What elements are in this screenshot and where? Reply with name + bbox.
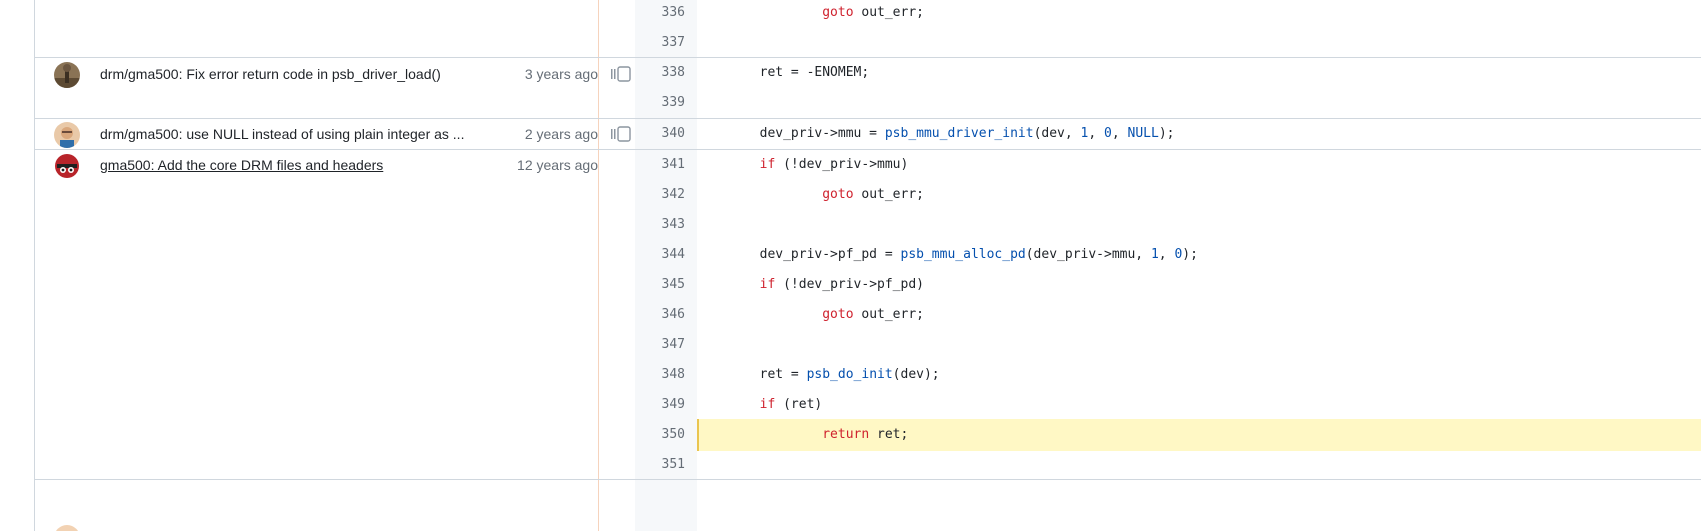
code-keyword: goto [697,187,854,202]
code-line: ret = -ENOMEM; [697,57,1701,89]
code-constant: NULL [1127,126,1159,141]
code-line: if (!dev_priv->pf_pd) [697,269,1701,301]
commit-message-link[interactable]: drm/gma500: Fix error return code in psb… [100,65,500,83]
code-text: (dev, [1033,126,1081,141]
avatar[interactable] [54,62,80,88]
line-number[interactable]: 341 [635,149,685,181]
blame-view: drm/gma500: Fix error return code in psb… [0,0,1701,531]
line-number[interactable]: 346 [635,299,685,331]
line-number[interactable]: 344 [635,239,685,271]
line-number[interactable]: 339 [635,87,685,119]
code-text: , [1111,126,1128,141]
commit-age: 12 years ago [517,157,598,173]
commit-message-link[interactable]: drm/gma500: use NULL instead of using pl… [100,125,472,143]
commit-message-link[interactable]: gma500: Add the core DRM files and heade… [100,156,500,174]
blame-group: drm/gma500: Fix error return code in psb… [35,58,598,118]
code-text: ret = [697,367,807,382]
code-line: ret = psb_do_init(dev); [697,359,1701,391]
code-text: (!dev_priv->pf_pd) [775,277,924,292]
code-line: dev_priv->mmu = psb_mmu_driver_init(dev,… [697,118,1701,150]
code-number: 0 [1104,126,1112,141]
line-number[interactable]: 343 [635,209,685,241]
code-text: out_err; [853,307,924,322]
code-number: 1 [1150,247,1159,262]
avatar[interactable] [54,153,80,179]
code-keyword: if [697,397,776,412]
avatar[interactable] [54,122,80,148]
code-text: out_err; [853,5,924,20]
reblame-icon[interactable] [610,126,632,144]
avatar[interactable] [54,525,80,531]
code-text: ); [1158,126,1175,141]
code-text: , [1158,247,1175,262]
line-number[interactable]: 348 [635,359,685,391]
code-keyword: goto [697,307,854,322]
blame-column-border [598,0,599,531]
code-text: ret; [869,427,909,442]
line-number[interactable]: 337 [635,27,685,59]
line-number[interactable]: 347 [635,329,685,361]
code-text: (dev); [892,367,940,382]
code-function: psb_mmu_driver_init [884,126,1034,141]
code-text: dev_priv->mmu = [697,126,885,141]
line-number[interactable]: 342 [635,179,685,211]
code-text: (ret) [775,397,823,412]
code-function: psb_do_init [806,367,893,382]
commit-age: 2 years ago [524,126,598,142]
code-keyword: goto [697,5,854,20]
reblame-icon[interactable] [610,66,632,84]
commit-age: 3 years ago [524,66,598,82]
code-text: , [1088,126,1105,141]
code-line: if (!dev_priv->mmu) [697,149,1701,181]
code-text: ); [1182,247,1198,262]
code-keyword: if [697,157,776,172]
code-text: dev_priv->pf_pd = [697,247,901,262]
code-keyword: return [697,427,870,442]
line-number[interactable]: 349 [635,389,685,421]
code-line: goto out_err; [697,299,1701,331]
code-text: out_err; [853,187,924,202]
code-text: (!dev_priv->mmu) [775,157,909,172]
code-text: ret = -ENOMEM; [697,65,870,80]
code-line-highlighted: return ret; [697,419,1701,451]
line-number[interactable]: 345 [635,269,685,301]
code-text: (dev_priv->mmu, [1025,247,1151,262]
line-number[interactable]: 338 [635,57,685,89]
code-line: goto out_err; [697,0,1701,29]
code-function: psb_mmu_alloc_pd [900,247,1026,262]
line-number[interactable]: 351 [635,449,685,481]
line-number[interactable]: 350 [635,419,685,451]
code-line: dev_priv->pf_pd = psb_mmu_alloc_pd(dev_p… [697,239,1701,271]
line-number[interactable]: 340 [635,118,685,150]
line-number[interactable]: 336 [635,0,685,29]
code-line: goto out_err; [697,179,1701,211]
blame-group: gma500: Add the core DRM files and heade… [35,150,598,479]
code-line: if (ret) [697,389,1701,421]
code-keyword: if [697,277,776,292]
blame-group: drm/gma500: use NULL instead of using pl… [35,119,598,149]
